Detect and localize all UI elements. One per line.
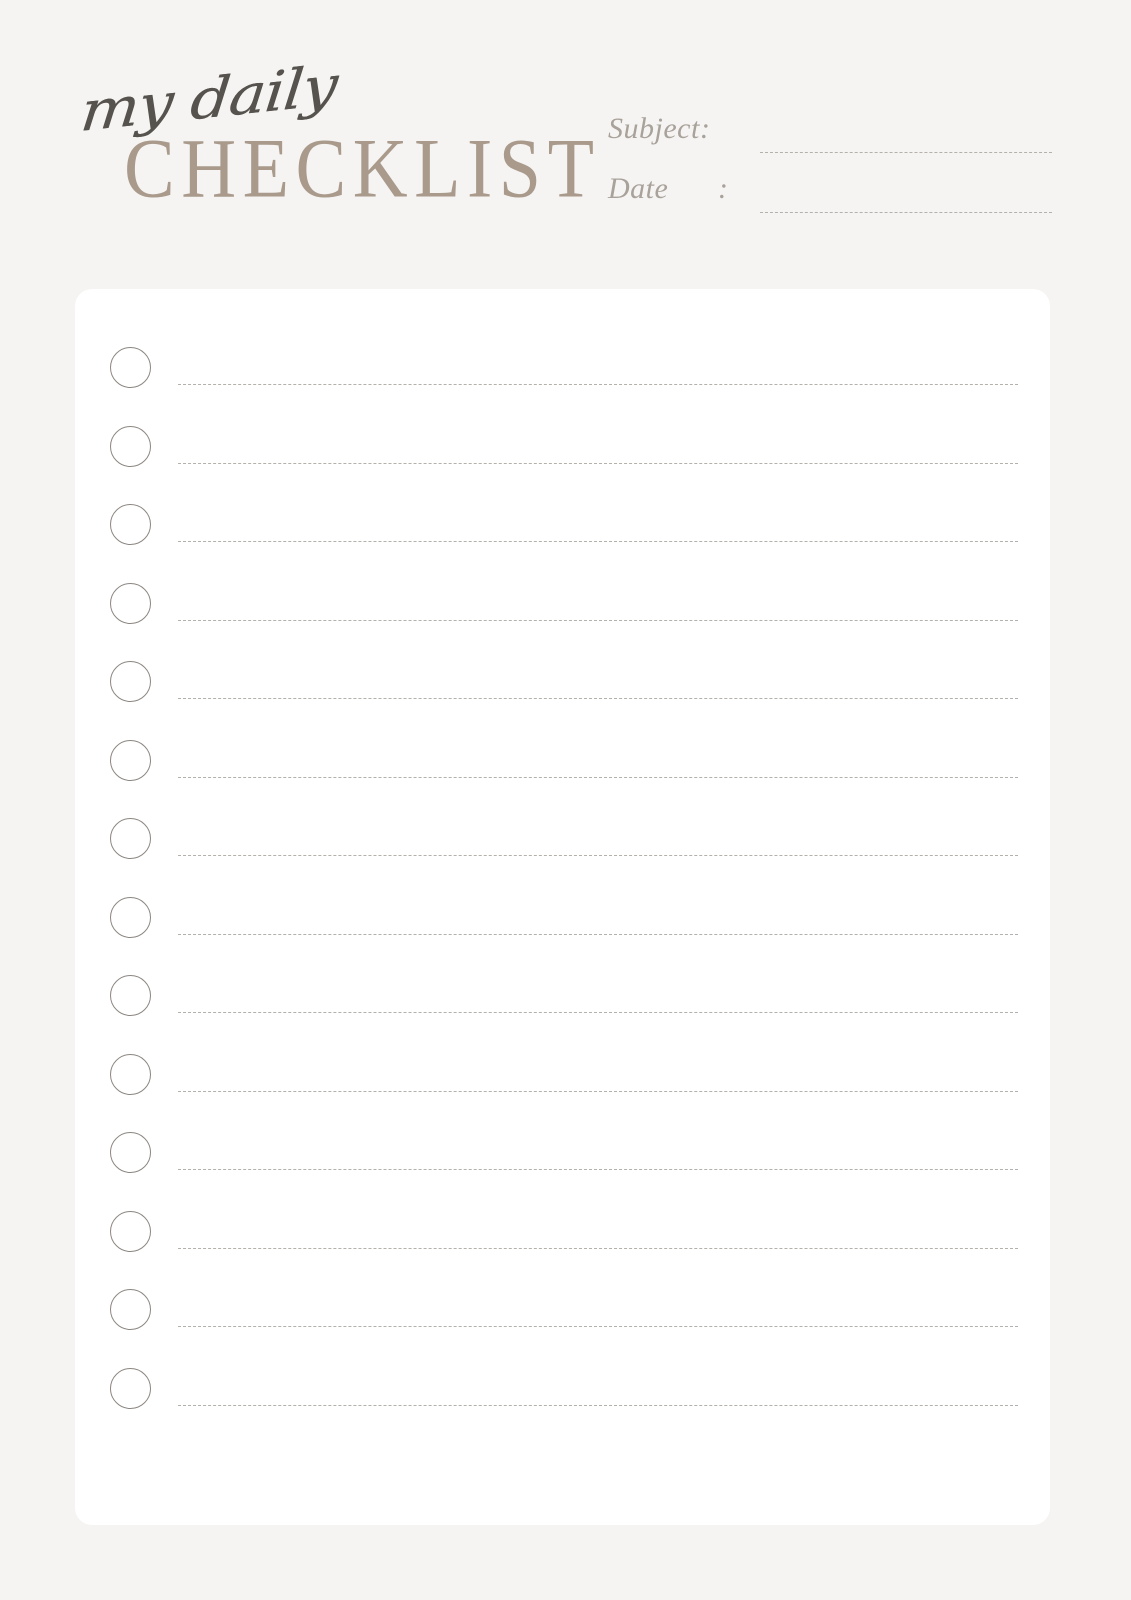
checklist-item-input[interactable] (178, 462, 1018, 464)
checkbox-circle-icon[interactable] (110, 1132, 151, 1173)
checklist-item-input[interactable] (178, 1169, 1018, 1170)
checklist-item-input[interactable] (178, 1012, 1018, 1013)
checklist-page: my daily CHECKLIST Subject : Date : (0, 0, 1131, 1600)
checklist-rows (75, 289, 1050, 1525)
checklist-item (75, 425, 1050, 504)
checklist-item-input[interactable] (178, 1090, 1018, 1092)
checkbox-circle-icon[interactable] (110, 582, 151, 624)
checkbox-circle-icon[interactable] (110, 739, 151, 781)
page-title: my daily CHECKLIST (72, 52, 594, 218)
checklist-item (75, 1367, 1050, 1446)
checklist-card (75, 289, 1050, 1525)
checklist-item-input[interactable] (178, 933, 1018, 935)
meta-fields: Subject : Date : (608, 112, 1058, 232)
checklist-item (75, 896, 1050, 975)
checklist-item (75, 504, 1050, 582)
checklist-item-input[interactable] (178, 698, 1018, 699)
date-label: Date (608, 172, 669, 205)
checkbox-circle-icon[interactable] (110, 975, 151, 1016)
checkbox-circle-icon[interactable] (110, 1367, 151, 1409)
checkbox-circle-icon[interactable] (110, 896, 151, 938)
checkbox-circle-icon[interactable] (110, 504, 151, 545)
subject-input[interactable] (760, 152, 1052, 153)
checklist-item (75, 1132, 1050, 1210)
checklist-item-input[interactable] (178, 541, 1018, 542)
checkbox-circle-icon[interactable] (110, 1053, 151, 1095)
subject-field-row: Subject : (608, 112, 1058, 164)
checklist-item-input[interactable] (178, 776, 1018, 778)
checklist-item-input[interactable] (178, 1404, 1018, 1406)
subject-colon: : (700, 112, 710, 145)
checklist-item (75, 739, 1050, 818)
checklist-item (75, 818, 1050, 896)
checkbox-circle-icon[interactable] (110, 1289, 151, 1330)
checklist-item (75, 661, 1050, 739)
title-main-text: CHECKLIST (124, 121, 601, 216)
checklist-item (75, 1053, 1050, 1132)
checklist-item-input[interactable] (178, 855, 1018, 856)
checklist-item-input[interactable] (178, 619, 1018, 621)
checklist-item (75, 1289, 1050, 1367)
checklist-item (75, 582, 1050, 661)
checklist-item (75, 1210, 1050, 1289)
page-header: my daily CHECKLIST Subject : Date : (0, 0, 1131, 289)
checklist-item-input[interactable] (178, 384, 1018, 385)
checkbox-circle-icon[interactable] (110, 661, 151, 702)
checklist-item (75, 975, 1050, 1053)
checklist-item-input[interactable] (178, 1326, 1018, 1327)
checkbox-circle-icon[interactable] (110, 818, 151, 859)
checkbox-circle-icon[interactable] (110, 1210, 151, 1252)
date-input[interactable] (760, 212, 1052, 213)
checklist-item-input[interactable] (178, 1247, 1018, 1249)
checklist-item (75, 347, 1050, 425)
subject-label: Subject (608, 112, 700, 145)
checkbox-circle-icon[interactable] (110, 347, 151, 388)
checkbox-circle-icon[interactable] (110, 425, 151, 467)
date-colon: : (718, 172, 728, 205)
date-field-row: Date : (608, 172, 1058, 224)
